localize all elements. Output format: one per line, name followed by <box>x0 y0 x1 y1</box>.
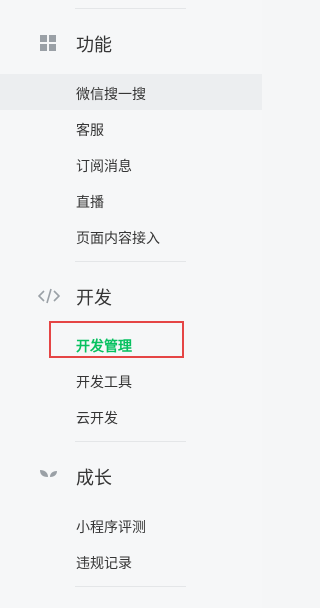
highlight-box <box>49 321 184 358</box>
code-icon <box>38 288 60 304</box>
section-title: 成长 <box>76 468 112 489</box>
sidebar-nav: 功能 微信搜一搜 客服 订阅消息 直播 页面内容接入 开发 开发管理 开发工具 … <box>0 0 262 608</box>
menu-item-label: 微信搜一搜 <box>76 87 146 103</box>
menu-item-label: 小程序评测 <box>76 520 146 536</box>
sprout-icon <box>40 470 57 484</box>
divider <box>75 261 186 262</box>
menu-item-customer-service[interactable]: 客服 <box>0 110 262 146</box>
menu-item-label: 云开发 <box>76 411 118 427</box>
grid-icon <box>40 35 56 51</box>
section-header-growth: 成长 <box>0 454 262 498</box>
divider <box>75 441 186 442</box>
menu-item-label: 订阅消息 <box>76 159 132 175</box>
menu-item-label: 直播 <box>76 195 104 211</box>
menu-item-wechat-search[interactable]: 微信搜一搜 <box>0 74 262 110</box>
menu-item-subscription-messages[interactable]: 订阅消息 <box>0 146 262 182</box>
menu-item-live[interactable]: 直播 <box>0 182 262 218</box>
divider <box>75 8 186 9</box>
menu-item-label: 客服 <box>76 123 104 139</box>
section-header-features: 功能 <box>0 21 262 65</box>
menu-item-label: 违规记录 <box>76 556 132 572</box>
divider <box>75 586 186 587</box>
menu-item-cloud-dev[interactable]: 云开发 <box>0 398 262 434</box>
menu-item-dev-tools[interactable]: 开发工具 <box>0 362 262 398</box>
section-header-development: 开发 <box>0 274 262 318</box>
menu-item-label: 页面内容接入 <box>76 231 160 247</box>
menu-item-mini-program-review[interactable]: 小程序评测 <box>0 507 262 543</box>
menu-item-violation-records[interactable]: 违规记录 <box>0 543 262 579</box>
menu-item-label: 开发工具 <box>76 375 132 391</box>
section-title: 功能 <box>76 35 112 56</box>
section-title: 开发 <box>76 288 112 309</box>
menu-item-page-content-access[interactable]: 页面内容接入 <box>0 218 262 254</box>
